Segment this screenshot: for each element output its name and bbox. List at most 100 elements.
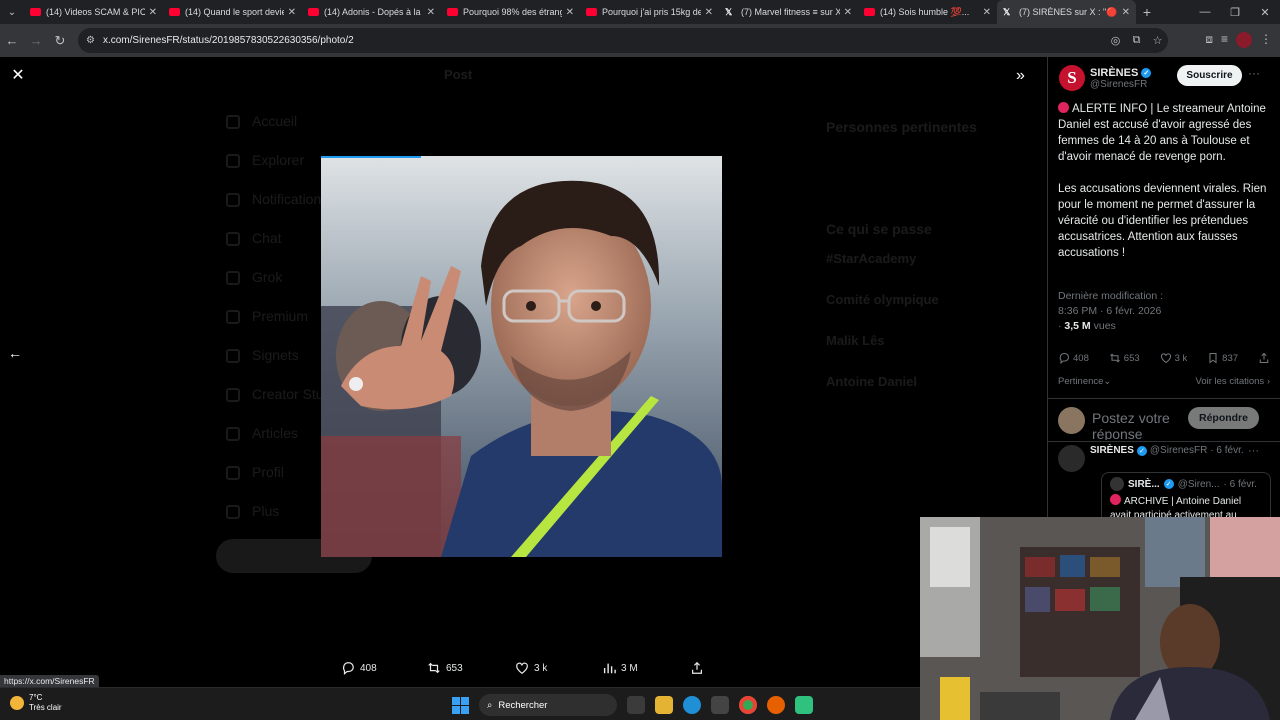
photo-like-count: 3 k [534,662,548,674]
browser-tab[interactable]: Pourquoi j'ai pris 15kg de... ✕ [580,0,719,24]
reply-stat-button[interactable]: 408 [1058,352,1089,364]
youtube-icon [586,8,597,16]
dimmed-nav-item: Accueil [226,102,328,141]
windows-taskbar: 7°C Très clair ⌕ Rechercher [0,687,920,720]
user-avatar[interactable] [1058,407,1085,434]
minimize-icon[interactable]: — [1190,6,1220,19]
reply-input[interactable]: Postez votre réponse [1092,410,1192,440]
photo-like-button[interactable]: 3 k [515,661,547,675]
quote-author-name: SIRÈ... [1128,478,1160,490]
new-tab-button[interactable]: + [1136,4,1158,20]
photo-views-button[interactable]: 3 M [602,661,638,675]
tab-search-chevron-icon[interactable]: ⌄ [0,0,24,24]
last-modified-label[interactable]: Dernière modification : [1058,289,1163,304]
like-stat-button[interactable]: 3 k [1160,352,1187,364]
forward-icon[interactable]: → [24,33,48,48]
red-circle-icon [1058,102,1069,113]
close-tab-icon[interactable]: ✕ [427,7,435,18]
browser-tab[interactable]: (14) Adonis - Dopés à la n... ✕ [302,0,441,24]
browser-tab[interactable]: 𝕏 (7) Marvel fitness ≡ sur X... ✕ [719,0,858,24]
eye-off-icon[interactable]: ◎ [1105,34,1126,47]
tab-title: (7) SIRÈNES sur X : "🔴 AL... [1019,6,1118,17]
profile-avatar[interactable] [1236,32,1252,48]
photo-load-progress [321,156,422,158]
author-avatar[interactable]: S [1059,65,1085,91]
reply-author-handle[interactable]: @SirenesFR [1150,445,1207,456]
tweet-body: ALERTE INFO | Le streameur Antoine Danie… [1058,101,1268,261]
browser-tab[interactable]: (14) Quand le sport devie... ✕ [163,0,302,24]
extensions-icon[interactable]: ⧈ [1205,32,1213,48]
photo-repost-count: 653 [446,662,463,674]
browser-tab[interactable]: (14) Videos SCAM & PIC... ✕ [24,0,163,24]
reply-author-name[interactable]: SIRÈNES [1090,445,1134,456]
omnibox-actions: ◎ ⧉ ☆ [1105,28,1168,53]
windows-start-icon[interactable] [452,696,469,714]
edge-icon[interactable] [683,696,701,714]
previous-photo-icon[interactable]: ← [8,345,22,361]
taskbar-search[interactable]: ⌕ Rechercher [479,694,617,716]
close-photo-icon[interactable]: ✕ [8,65,28,85]
photo-reply-button[interactable]: 408 [341,661,377,675]
install-app-icon[interactable]: ⧉ [1126,34,1147,47]
tweet-author[interactable]: S SIRÈNES ✓ @SirenesFR [1059,65,1152,91]
nav-icon [226,309,240,324]
address-bar[interactable]: ⚙ x.com/SirenesFR/status/201985783052263… [78,28,1168,53]
close-tab-icon[interactable]: ✕ [149,7,157,18]
bookmark-stat-button[interactable]: 837 [1207,352,1238,364]
red-circle-icon [1110,494,1121,505]
photo-share-button[interactable] [690,661,704,675]
bookmark-count: 837 [1222,352,1239,364]
store-icon[interactable] [711,696,729,714]
dimmed-nav-label: Signets [252,347,299,363]
reply-header: SIRÈNES ✓ @SirenesFR · 6 févr. [1090,445,1244,456]
reload-icon[interactable]: ↻ [48,33,72,49]
tab-title: (14) Quand le sport devie... [185,7,284,17]
subscribe-button[interactable]: Souscrire [1177,65,1242,86]
dimmed-nav-item: Profil [226,453,328,492]
close-tab-icon[interactable]: ✕ [705,7,713,18]
close-tab-icon[interactable]: ✕ [1122,7,1130,18]
browser-menu-icon[interactable]: ⋮ [1260,32,1272,48]
collapse-panel-icon[interactable]: » [1016,67,1025,85]
repost-stat-button[interactable]: 653 [1109,352,1140,364]
site-info-icon[interactable]: ⚙ [86,35,95,46]
close-tab-icon[interactable]: ✕ [566,7,574,18]
dimmed-nav-label: Grok [252,269,283,285]
tweet-timestamp[interactable]: 8:36 PM · 6 févr. 2026 [1058,304,1163,319]
nav-icon [226,192,240,207]
chrome-icon[interactable] [739,696,757,714]
browser-tab[interactable]: Pourquoi 98% des étrang... ✕ [441,0,580,24]
close-window-icon[interactable]: ✕ [1250,6,1280,19]
author-handle[interactable]: @SirenesFR [1090,79,1151,90]
close-tab-icon[interactable]: ✕ [844,7,852,18]
task-view-icon[interactable] [627,696,645,714]
back-icon[interactable]: ← [0,33,24,48]
sort-dropdown[interactable]: Pertinence⌄ [1058,376,1111,387]
weather-widget[interactable]: 7°C Très clair [10,693,62,713]
photo-repost-button[interactable]: 653 [427,661,463,675]
tab-groups-icon[interactable]: ≡ [1221,32,1228,48]
share-stat-button[interactable] [1258,352,1270,364]
dimmed-nav-label: Premium [252,308,309,324]
x-icon: 𝕏 [725,7,733,17]
maximize-icon[interactable]: ❐ [1220,6,1250,19]
more-options-icon[interactable]: ··· [1248,445,1259,457]
url-text: x.com/SirenesFR/status/20198578305226303… [102,35,354,46]
file-explorer-icon[interactable] [655,696,673,714]
close-tab-icon[interactable]: ✕ [288,7,296,18]
author-name[interactable]: SIRÈNES [1090,67,1138,79]
browser-tab[interactable]: (14) Sois humble 💯... ✕ [858,0,997,24]
bookmark-star-icon[interactable]: ☆ [1147,34,1168,47]
firefox-icon[interactable] [767,696,785,714]
chevron-right-icon: › [1266,376,1270,387]
reply-author-avatar[interactable] [1058,445,1085,472]
more-options-icon[interactable]: ··· [1248,66,1260,80]
close-tab-icon[interactable]: ✕ [983,7,991,18]
webcam-overlay [920,517,1280,720]
reply-button[interactable]: Répondre [1188,407,1259,429]
browser-tab[interactable]: 𝕏 (7) SIRÈNES sur X : "🔴 AL... ✕ [997,0,1136,24]
tweet-stats-bar: 408 653 3 k 837 [1058,352,1270,364]
view-quotes-link[interactable]: Voir les citations › [1196,376,1270,387]
app-icon[interactable] [795,696,813,714]
reply-date[interactable]: · 6 févr. [1210,445,1243,456]
